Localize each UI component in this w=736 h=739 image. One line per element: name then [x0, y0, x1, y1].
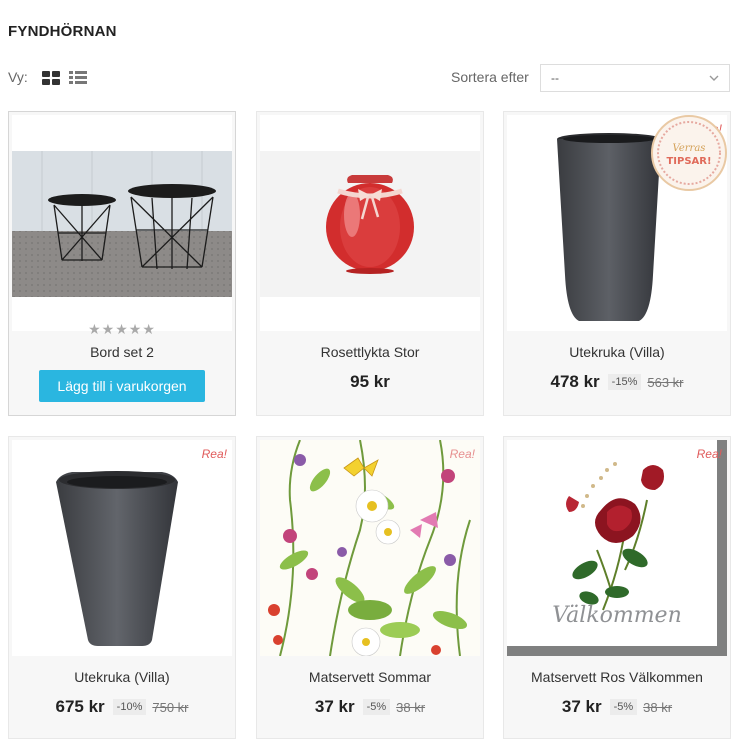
product-name[interactable]: Matservett Ros Välkommen	[504, 669, 730, 685]
product-card[interactable]: ★★★★★ Bord set 2 Lägg till i varukorgen	[8, 111, 236, 416]
product-price: 675 kr	[55, 697, 105, 716]
sale-label: Rea!	[449, 447, 475, 461]
old-price: 38 kr	[396, 699, 426, 715]
product-card[interactable]: Rea! Utekruka (Villa) 675 kr -10% 750 kr	[8, 436, 236, 739]
product-image[interactable]	[260, 115, 480, 331]
old-price: 563 kr	[647, 374, 684, 390]
discount-badge: -15%	[607, 374, 642, 390]
view-label: Vy:	[8, 69, 28, 85]
sale-label: Rea!	[696, 447, 722, 461]
discount-badge: -10%	[112, 699, 147, 715]
product-name[interactable]: Matservett Sommar	[257, 669, 483, 685]
product-name[interactable]: Rosettlykta Stor	[257, 344, 483, 360]
product-card[interactable]: Välkommen Rea! Matservett Ros Välkommen …	[503, 436, 731, 739]
sale-label: Rea!	[201, 447, 227, 461]
old-price: 750 kr	[152, 699, 189, 715]
listing-toolbar: Vy: Sortera efter --	[8, 64, 730, 92]
product-price: 95 kr	[350, 372, 390, 391]
old-price: 38 kr	[643, 699, 673, 715]
badge-text-bottom: TIPSAR!	[666, 156, 711, 167]
product-card[interactable]: Rea! Verras TIPSAR! Utekruka (Villa) 478…	[503, 111, 731, 416]
product-name[interactable]: Utekruka (Villa)	[9, 669, 235, 685]
page-title: FYNDHÖRNAN	[8, 23, 117, 40]
product-price: 37 kr	[561, 697, 602, 716]
product-price: 478 kr	[550, 372, 600, 391]
discount-badge: -5%	[362, 699, 391, 715]
product-card[interactable]: Rea! Matservett Sommar 37 kr -5% 38 kr	[256, 436, 484, 739]
discount-badge: -5%	[609, 699, 638, 715]
add-to-cart-button[interactable]: Lägg till i varukorgen	[39, 370, 205, 402]
tips-badge: Verras TIPSAR!	[651, 115, 727, 191]
product-card[interactable]: Rosettlykta Stor 95 kr	[256, 111, 484, 416]
chevron-down-icon	[709, 75, 719, 81]
image-caption: Välkommen	[552, 603, 682, 628]
product-image[interactable]	[260, 440, 480, 656]
grid-view-icon[interactable]	[42, 71, 60, 85]
rating-stars: ★★★★★	[88, 321, 156, 337]
product-price: 37 kr	[314, 697, 355, 716]
list-view-icon[interactable]	[69, 71, 87, 85]
product-image[interactable]	[12, 115, 232, 331]
product-name[interactable]: Utekruka (Villa)	[504, 344, 730, 360]
sort-selected-value: --	[551, 71, 559, 85]
product-name[interactable]: Bord set 2	[9, 344, 235, 360]
sort-label: Sortera efter	[451, 69, 529, 85]
badge-text-top: Verras	[673, 143, 706, 154]
product-image[interactable]	[12, 440, 232, 656]
sort-select[interactable]: --	[540, 64, 730, 92]
